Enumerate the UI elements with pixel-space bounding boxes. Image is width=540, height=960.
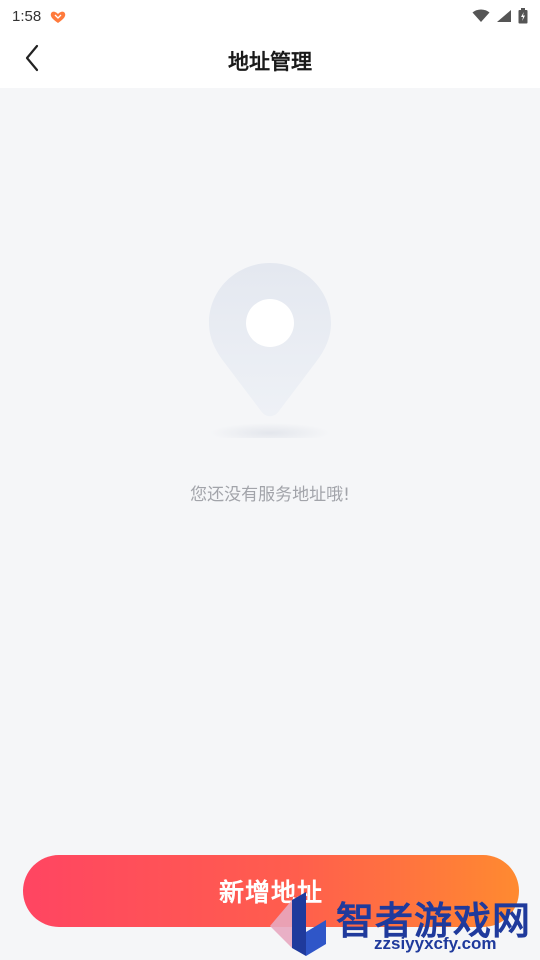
wifi-icon <box>472 9 490 23</box>
status-time: 1:58 <box>12 7 42 25</box>
nav-bar: 地址管理 <box>0 32 540 88</box>
watermark-logo <box>262 892 334 956</box>
location-pin-icon <box>195 258 345 443</box>
watermark: 智者游戏网 zzsiyyxcfy.com <box>262 888 540 960</box>
empty-state: 您还没有服务地址哦! <box>0 88 540 960</box>
battery-icon <box>518 8 528 24</box>
heart-hands-icon <box>49 9 67 23</box>
page-title: 地址管理 <box>228 50 312 74</box>
status-icons <box>472 8 528 24</box>
signal-icon <box>496 9 512 23</box>
watermark-url: zzsiyyxcfy.com <box>374 934 497 953</box>
status-bar: 1:58 <box>0 0 540 32</box>
empty-message: 您还没有服务地址哦! <box>190 485 350 505</box>
